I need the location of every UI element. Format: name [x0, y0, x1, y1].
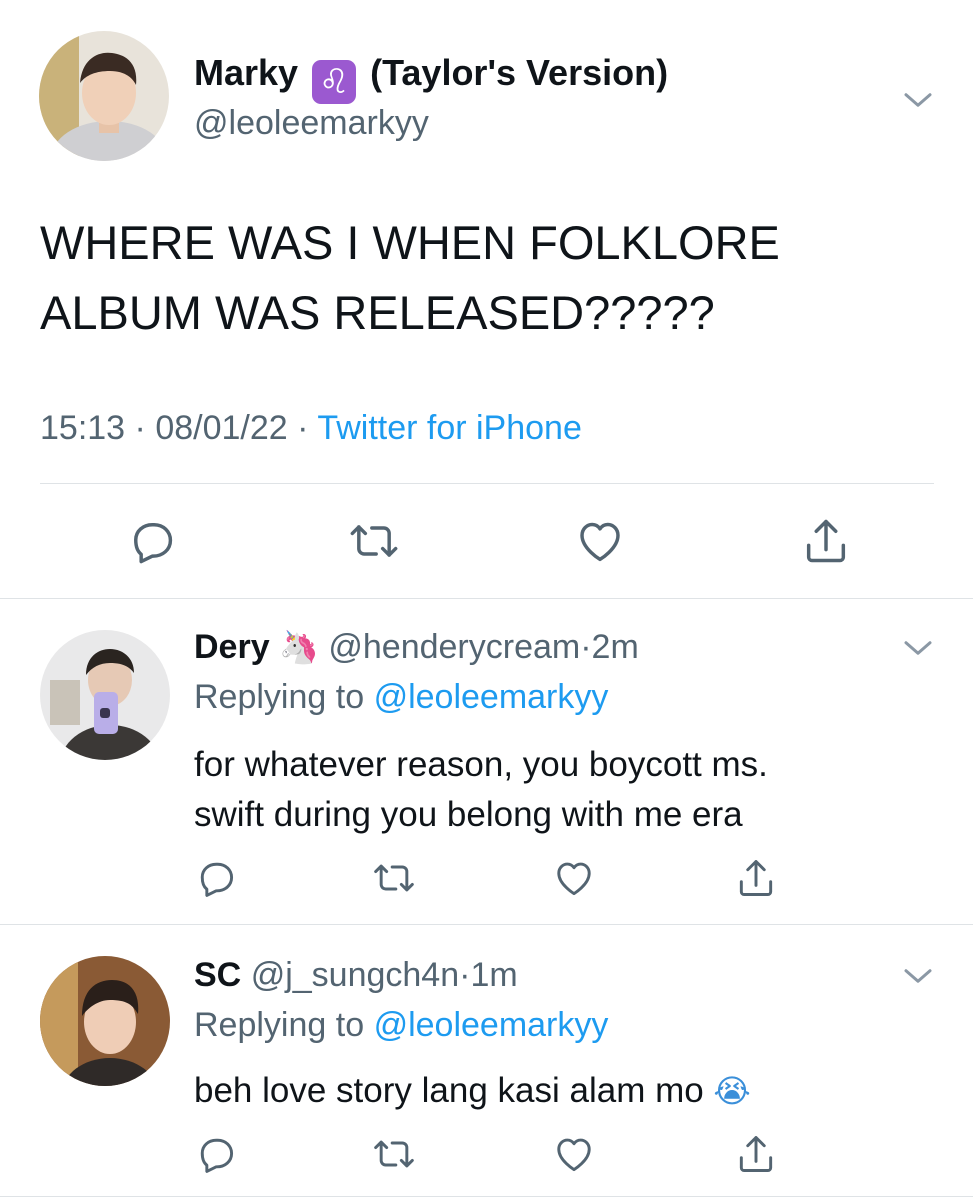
- display-name[interactable]: Marky ♌ (Taylor's Version): [194, 52, 668, 104]
- replying-to: Replying to @leoleemarkyy: [194, 1006, 608, 1045]
- reply-text-line: swift during you belong with me era: [194, 795, 743, 834]
- user-handle[interactable]: @leoleemarkyy: [194, 104, 429, 143]
- avatar[interactable]: [40, 956, 170, 1086]
- display-name[interactable]: Dery: [194, 628, 270, 666]
- retweet-icon: [348, 515, 400, 567]
- retweet-icon: [372, 1132, 416, 1176]
- display-name[interactable]: SC: [194, 956, 241, 994]
- tweet-source[interactable]: Twitter for iPhone: [317, 409, 582, 447]
- reply-text: for whatever reason, you boycott ms. swi…: [194, 740, 768, 840]
- display-name-suffix: (Taylor's Version): [370, 52, 669, 93]
- share-button[interactable]: [800, 515, 852, 567]
- separator: ·: [134, 409, 146, 447]
- share-icon: [734, 856, 778, 900]
- chevron-down-icon[interactable]: [900, 630, 936, 666]
- chevron-down-icon[interactable]: [900, 82, 936, 118]
- reply-text-line: for whatever reason, you boycott ms.: [194, 745, 768, 784]
- tweet-text-line: ALBUM WAS RELEASED?????: [40, 286, 715, 339]
- reply-button[interactable]: [126, 515, 178, 567]
- reply-icon: [194, 856, 238, 900]
- replying-to: Replying to @leoleemarkyy: [194, 678, 608, 717]
- reply-icon: [126, 515, 178, 567]
- reply-button[interactable]: [194, 1132, 238, 1176]
- divider: [0, 924, 973, 925]
- replying-to-handle[interactable]: @leoleemarkyy: [374, 678, 609, 716]
- separator: ·: [459, 956, 471, 994]
- avatar[interactable]: [39, 31, 169, 161]
- like-button[interactable]: [552, 1132, 596, 1176]
- retweet-button[interactable]: [372, 1132, 416, 1176]
- reply-header: Dery 🦄 @henderycream·2m: [194, 628, 639, 667]
- reply-header: SC @j_sungch4n·1m: [194, 956, 518, 995]
- separator: ·: [580, 628, 592, 666]
- tweet-date[interactable]: 08/01/22: [155, 409, 287, 447]
- reply-icon: [194, 1132, 238, 1176]
- replying-to-label: Replying to: [194, 678, 365, 716]
- share-button[interactable]: [734, 1132, 778, 1176]
- avatar[interactable]: [40, 630, 170, 760]
- user-handle[interactable]: @henderycream: [328, 628, 580, 666]
- replying-to-handle[interactable]: @leoleemarkyy: [374, 1006, 609, 1044]
- crying-face-emoji-icon: 😭: [713, 1072, 751, 1110]
- divider: [40, 483, 934, 484]
- reply-text: beh love story lang kasi alam mo 😭: [194, 1066, 751, 1116]
- like-button[interactable]: [552, 856, 596, 900]
- retweet-icon: [372, 856, 416, 900]
- display-name-text: Marky: [194, 52, 299, 93]
- like-button[interactable]: [574, 515, 626, 567]
- reply-button[interactable]: [194, 856, 238, 900]
- tweet-time[interactable]: 15:13: [40, 409, 125, 447]
- like-icon: [574, 515, 626, 567]
- unicorn-emoji-icon: 🦄: [279, 628, 319, 666]
- chevron-down-icon[interactable]: [900, 958, 936, 994]
- divider: [0, 598, 973, 599]
- retweet-button[interactable]: [372, 856, 416, 900]
- retweet-button[interactable]: [348, 515, 400, 567]
- reply-age[interactable]: 1m: [470, 956, 517, 994]
- reply-age[interactable]: 2m: [592, 628, 639, 666]
- tweet-text-line: WHERE WAS I WHEN FOLKLORE: [40, 216, 780, 269]
- replying-to-label: Replying to: [194, 1006, 365, 1044]
- user-handle[interactable]: @j_sungch4n: [251, 956, 459, 994]
- leo-sign-icon: ♌: [312, 60, 357, 104]
- separator: ·: [297, 409, 309, 447]
- share-icon: [734, 1132, 778, 1176]
- divider: [0, 1196, 973, 1197]
- like-icon: [552, 856, 596, 900]
- share-icon: [800, 515, 852, 567]
- tweet-text: WHERE WAS I WHEN FOLKLORE ALBUM WAS RELE…: [40, 208, 780, 348]
- reply-text-line: beh love story lang kasi alam mo: [194, 1071, 704, 1110]
- tweet-meta: 15:13 · 08/01/22 · Twitter for iPhone: [40, 409, 582, 448]
- share-button[interactable]: [734, 856, 778, 900]
- like-icon: [552, 1132, 596, 1176]
